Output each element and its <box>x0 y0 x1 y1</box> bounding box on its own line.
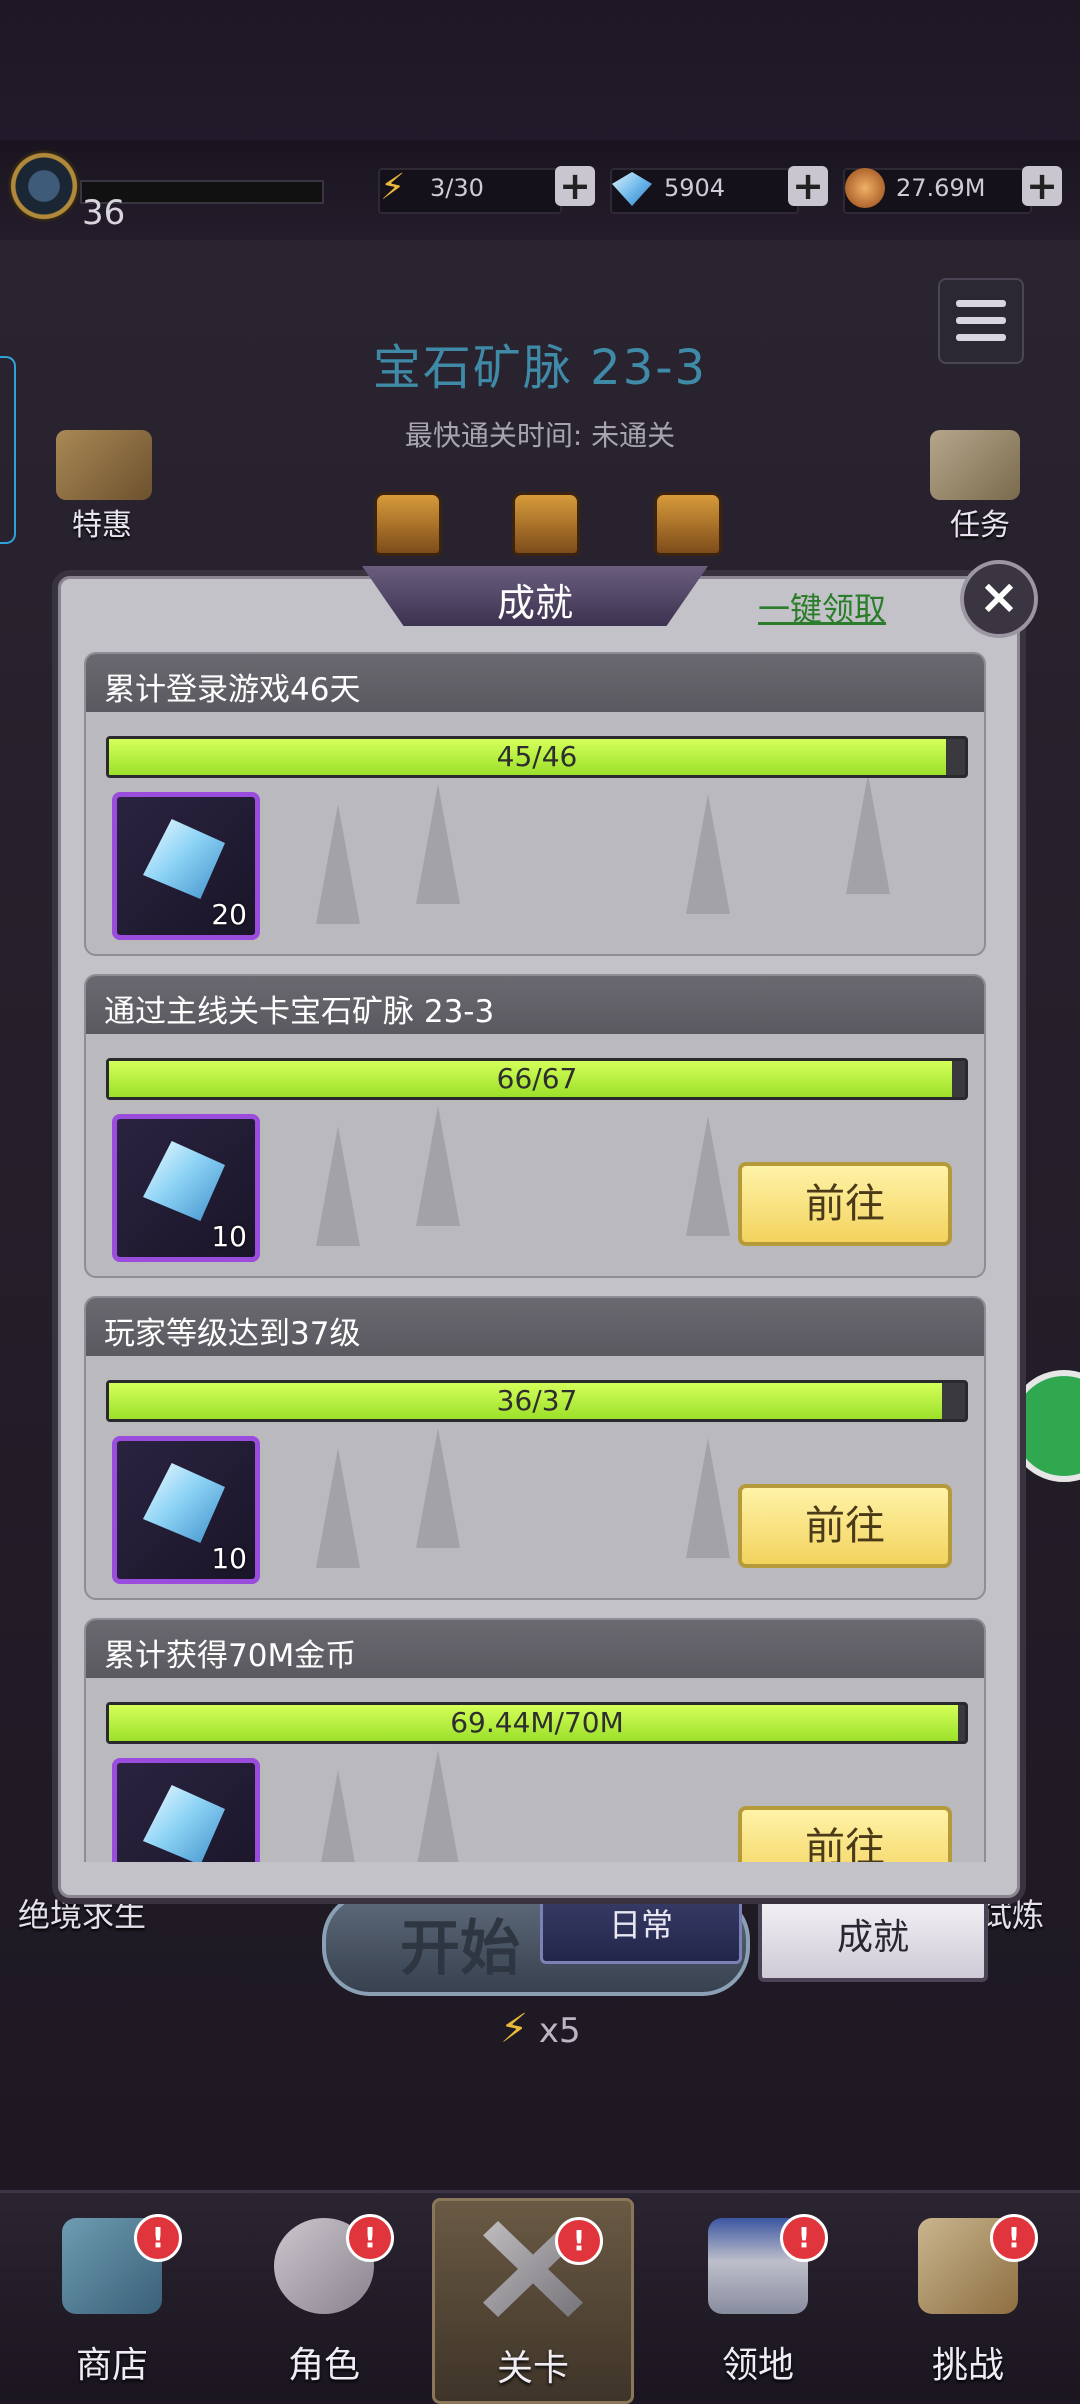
achievement-card: 累计获得70M金币 69.44M/70M 前往 <box>84 1618 986 1862</box>
progress-text: 69.44M/70M <box>450 1706 624 1739</box>
nav-territory[interactable]: ! 领地 <box>660 2198 856 2398</box>
energy-cost-value: x5 <box>538 2011 581 2051</box>
nav-label: 商店 <box>75 2345 148 2386</box>
diamond-icon <box>143 1785 225 1862</box>
dialog-title: 成就 <box>496 581 573 625</box>
go-button[interactable]: 前往 <box>738 1162 952 1246</box>
reward-item[interactable]: 10 <box>112 1114 260 1262</box>
notification-badge: ! <box>990 2214 1038 2262</box>
player-level-emblem-icon[interactable] <box>8 150 80 222</box>
special-offer-label[interactable]: 特惠 <box>72 500 132 544</box>
gold-value: 27.69M <box>896 174 986 202</box>
nav-label: 挑战 <box>931 2345 1004 2386</box>
chest-icon[interactable] <box>512 492 580 556</box>
start-label: 开始 <box>400 1914 520 1984</box>
stage-title: 宝石矿脉 23-3 <box>372 340 708 396</box>
gem-value: 5904 <box>664 174 726 202</box>
nav-challenge[interactable]: ! 挑战 <box>870 2198 1066 2398</box>
achievement-card: 玩家等级达到37级 36/37 10 前往 <box>84 1296 986 1600</box>
add-gold-button[interactable]: + <box>1022 166 1062 206</box>
diamond-icon <box>143 819 225 899</box>
notification-badge: ! <box>555 2217 603 2265</box>
notification-badge: ! <box>780 2214 828 2262</box>
achievement-list[interactable]: 累计登录游戏46天 45/46 20 通过主线关卡宝石矿脉 23-3 66/67… <box>84 652 986 1862</box>
nav-stage[interactable]: ! 关卡 <box>432 2198 634 2404</box>
progress-text: 66/67 <box>496 1062 578 1095</box>
diamond-icon <box>143 1141 225 1221</box>
close-icon[interactable]: × <box>960 560 1038 638</box>
progress-bar: 45/46 <box>106 736 968 778</box>
quest-label[interactable]: 任务 <box>950 500 1010 544</box>
lightning-icon: ⚡ <box>380 167 406 208</box>
nav-label: 关卡 <box>496 2348 569 2389</box>
claim-all-button[interactable]: 一键领取 <box>758 584 886 630</box>
go-button[interactable]: 前往 <box>738 1806 952 1862</box>
nav-label: 领地 <box>721 2345 794 2386</box>
player-level: 36 <box>82 193 126 233</box>
nav-character[interactable]: ! 角色 <box>226 2198 422 2398</box>
achievement-card: 累计登录游戏46天 45/46 20 <box>84 652 986 956</box>
go-button[interactable]: 前往 <box>738 1484 952 1568</box>
chest-icon[interactable] <box>374 492 442 556</box>
progress-bar: 36/37 <box>106 1380 968 1422</box>
notification-badge: ! <box>346 2214 394 2262</box>
achievement-title: 累计登录游戏46天 <box>104 672 361 708</box>
reward-count: 10 <box>211 1220 247 1253</box>
achievement-title: 通过主线关卡宝石矿脉 23-3 <box>104 994 495 1030</box>
chest-icon[interactable] <box>654 492 722 556</box>
progress-bar: 69.44M/70M <box>106 1702 968 1744</box>
reward-item[interactable]: 10 <box>112 1436 260 1584</box>
achievement-title: 玩家等级达到37级 <box>104 1316 361 1352</box>
diamond-icon <box>143 1463 225 1543</box>
energy-cost: ⚡ x5 <box>500 2006 581 2052</box>
scroll-icon[interactable] <box>930 430 1020 500</box>
reward-item[interactable] <box>112 1758 260 1862</box>
lightning-icon: ⚡ <box>500 2006 529 2052</box>
energy-value: 3/30 <box>430 174 484 202</box>
reward-count: 20 <box>211 898 247 931</box>
coin-icon <box>845 168 885 208</box>
add-energy-button[interactable]: + <box>555 166 595 206</box>
tab-achievement[interactable]: 成就 <box>758 1894 988 1982</box>
reward-item[interactable]: 20 <box>112 792 260 940</box>
progress-bar: 66/67 <box>106 1058 968 1100</box>
gift-icon[interactable] <box>56 430 152 500</box>
progress-text: 45/46 <box>496 740 578 773</box>
achievement-title: 累计获得70M金币 <box>104 1638 357 1674</box>
fastest-clear-time: 最快通关时间: 未通关 <box>404 419 676 452</box>
achievement-card: 通过主线关卡宝石矿脉 23-3 66/67 10 前往 <box>84 974 986 1278</box>
nav-label: 角色 <box>287 2345 360 2386</box>
add-gems-button[interactable]: + <box>788 166 828 206</box>
notification-badge: ! <box>134 2214 182 2262</box>
progress-text: 36/37 <box>496 1384 578 1417</box>
nav-shop[interactable]: ! 商店 <box>14 2198 210 2398</box>
reward-count: 10 <box>211 1542 247 1575</box>
